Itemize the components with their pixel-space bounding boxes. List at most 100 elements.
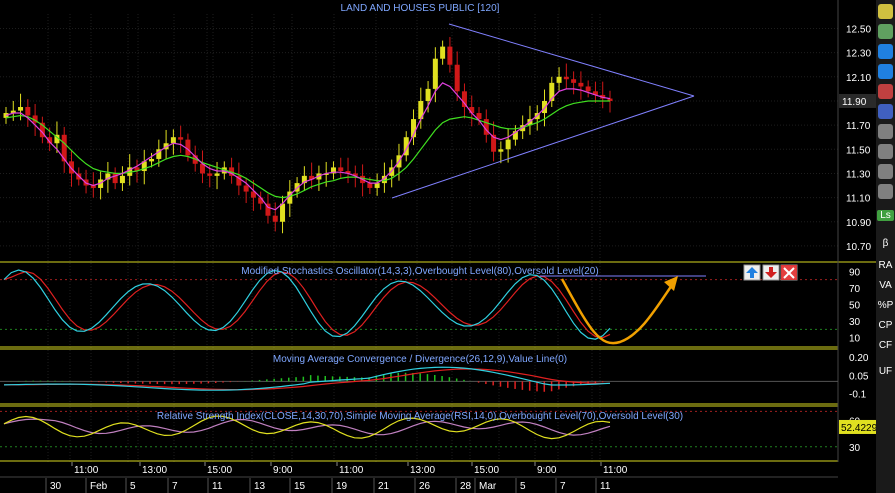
price-tick-label: 11.30 (846, 169, 871, 180)
candle-body (338, 167, 344, 172)
toolbar-label-ls[interactable]: Ls (877, 210, 894, 221)
time-axis: 11:00 13:00 15:00 9:00 11:00 13:00 15:00 9:00 11… (0, 462, 876, 493)
toolbar-label-uf[interactable]: UF (877, 366, 894, 377)
time-label: 11:00 (74, 465, 99, 476)
chart-canvas[interactable]: LAND AND HOUSES PUBLIC [120] 12.50 12.30 1… (0, 0, 895, 493)
rsi-last-label: 52.4229 (841, 423, 878, 434)
macd-signal-line (3, 368, 610, 391)
magnify-minus-icon[interactable] (878, 164, 893, 179)
magnify-icon[interactable] (878, 124, 893, 139)
toolbar-label-xp[interactable]: %P (877, 300, 894, 311)
edit-icon[interactable] (878, 24, 893, 39)
zoom-in-icon[interactable] (878, 44, 893, 59)
macd-line (3, 366, 611, 391)
candle-body (374, 183, 380, 188)
candle-body (367, 183, 373, 188)
date-label: 21 (378, 481, 390, 492)
stochastic-tick-label: 50 (849, 301, 861, 312)
price-panel: 12.50 12.30 12.10 11.90 11.70 11.50 11.30 11.10… (3, 23, 876, 253)
time-label: 11:00 (603, 465, 628, 476)
candle-body (178, 137, 184, 140)
moving-average-fast (5, 82, 611, 211)
candle-body (214, 173, 220, 176)
price-tick-label: 11.50 (846, 145, 871, 156)
candle-body (585, 86, 591, 92)
candle-body (461, 91, 467, 108)
panel-frames (0, 0, 895, 462)
date-label: Feb (90, 481, 108, 492)
price-tick-label: 11.70 (846, 121, 871, 132)
candle-body (454, 64, 460, 92)
date-label: 19 (336, 481, 348, 492)
date-label: 7 (560, 481, 566, 492)
stochastic-tick-label: 90 (849, 267, 861, 278)
date-label: 5 (130, 481, 136, 492)
date-label: 7 (172, 481, 178, 492)
time-label: 13:00 (410, 465, 435, 476)
last-price-label: 11.90 (842, 97, 867, 108)
date-label: Mar (479, 481, 497, 492)
time-label: 9:00 (537, 465, 557, 476)
stochastic-label: Modified Stochastics Oscillator(14,3,3),… (241, 266, 598, 277)
date-label: 28 (460, 481, 472, 492)
candle-body (563, 76, 569, 80)
candle-body (498, 149, 504, 152)
candle-body (432, 58, 438, 89)
chart-title: LAND AND HOUSES PUBLIC [120] (341, 3, 500, 14)
stochastic-tick-label: 10 (849, 334, 861, 345)
toolbar-label-va[interactable]: VA (877, 280, 894, 291)
date-label: 5 (520, 481, 526, 492)
date-label: 11 (212, 481, 223, 492)
candle-body (440, 46, 446, 59)
zoom-out-icon[interactable] (878, 64, 893, 79)
candle-body (207, 173, 213, 176)
toolbar-label-ra[interactable]: RA (877, 260, 894, 271)
price-tick-label: 12.30 (846, 49, 871, 60)
date-label: 26 (419, 481, 431, 492)
panel-labels: Modified Stochastics Oscillator(14,3,3),… (157, 266, 683, 422)
macd-tick-label: -0.1 (849, 390, 867, 401)
candle-body (556, 76, 562, 83)
rsi-tick-label: 30 (849, 443, 861, 454)
drawing-icon[interactable] (878, 84, 893, 99)
candle-body (18, 107, 24, 111)
candle-body (505, 139, 511, 150)
candle-body (447, 46, 453, 65)
triangle-upper-line (448, 23, 695, 97)
stochastic-tick-label: 70 (849, 284, 861, 295)
candle-body (425, 88, 431, 101)
candle-body (542, 100, 548, 114)
date-label: 13 (254, 481, 266, 492)
date-label: 30 (50, 481, 62, 492)
stochastic-tick-label: 30 (849, 317, 861, 328)
price-tick-label: 10.70 (846, 242, 871, 253)
candle-body (119, 175, 125, 184)
time-label: 13:00 (142, 465, 167, 476)
grid (0, 14, 838, 462)
candle-body (170, 137, 176, 144)
candle-body (25, 107, 31, 116)
right-toolbar: Ls β RA VA %P CP CF UF (876, 0, 895, 493)
price-tick-label: 12.50 (846, 24, 871, 35)
time-label: 9:00 (273, 465, 293, 476)
candle-body (272, 215, 278, 222)
toolbar-label-x[interactable]: β (877, 238, 894, 249)
candle-body (571, 79, 577, 83)
macd-tick-label: 0.05 (849, 371, 869, 382)
date-label: 11 (600, 481, 611, 492)
candle-body (578, 82, 584, 87)
toolbar-label-cf[interactable]: CF (877, 340, 894, 351)
macd-tick-label: 0.20 (849, 353, 869, 364)
candle-body (243, 185, 249, 192)
arrow-icon[interactable] (878, 4, 893, 19)
magnify-plus-icon[interactable] (878, 144, 893, 159)
price-tick-label: 12.10 (846, 73, 871, 84)
time-label: 11:00 (339, 465, 364, 476)
cursor-icon[interactable] (878, 104, 893, 119)
price-tick-label: 10.90 (846, 218, 871, 229)
forecast-arrow-head (664, 276, 678, 291)
candle-body (280, 203, 286, 222)
chart-icon[interactable] (878, 184, 893, 199)
time-label: 15:00 (207, 465, 232, 476)
toolbar-label-cp[interactable]: CP (877, 320, 894, 331)
